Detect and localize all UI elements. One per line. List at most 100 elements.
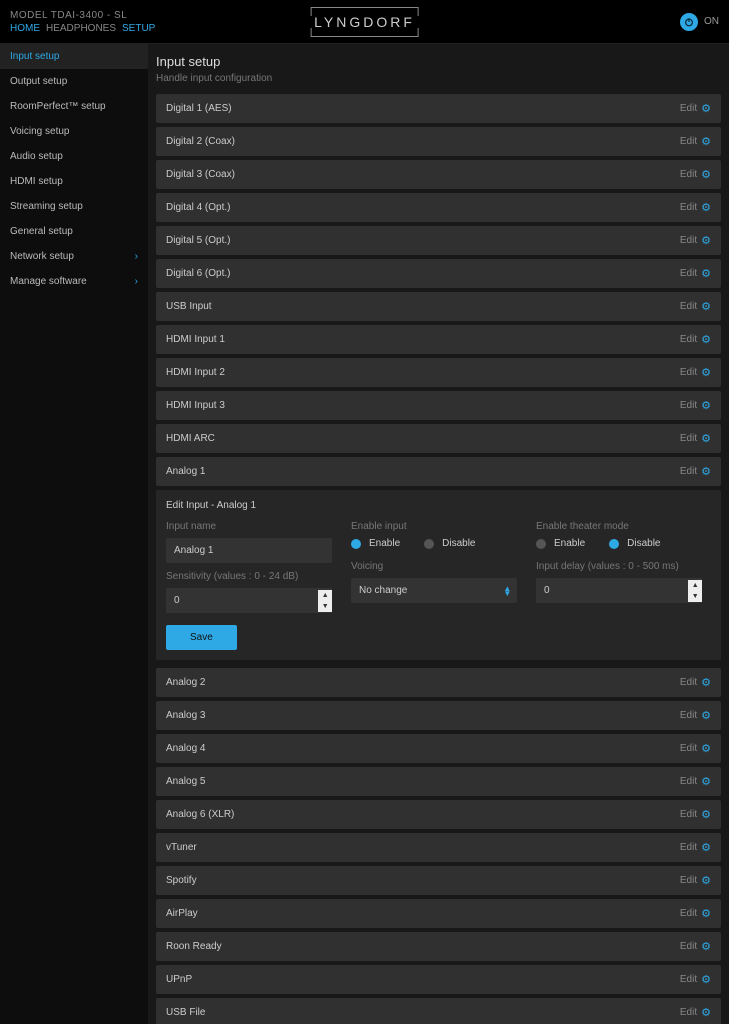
edit-button[interactable]: Edit⚙: [680, 201, 711, 214]
input-row[interactable]: Analog 2 Edit⚙: [156, 668, 721, 697]
save-button[interactable]: Save: [166, 625, 237, 650]
edit-label: Edit: [680, 1007, 697, 1018]
input-row-name: Digital 3 (Coax): [166, 169, 235, 180]
main-content: Input setup Handle input configuration D…: [148, 44, 729, 1024]
sidebar-item-general-setup[interactable]: General setup: [0, 219, 148, 244]
edit-button[interactable]: Edit⚙: [680, 102, 711, 115]
sidebar-item-input-setup[interactable]: Input setup: [0, 44, 148, 69]
voicing-select-value[interactable]: [351, 578, 517, 603]
input-row[interactable]: HDMI ARC Edit⚙: [156, 424, 721, 453]
gear-icon: ⚙: [701, 907, 711, 920]
input-row[interactable]: Analog 3Edit⚙: [156, 701, 721, 730]
input-name-field[interactable]: [166, 538, 332, 563]
edit-button[interactable]: Edit⚙: [680, 841, 711, 854]
theater-enable-radio[interactable]: Enable: [536, 538, 585, 549]
gear-icon: ⚙: [701, 432, 711, 445]
enable-input-enable-radio[interactable]: Enable: [351, 538, 400, 549]
edit-button[interactable]: Edit⚙: [680, 874, 711, 887]
edit-button[interactable]: Edit⚙: [680, 333, 711, 346]
input-row-name: Analog 6 (XLR): [166, 809, 234, 820]
input-row[interactable]: HDMI Input 2 Edit⚙: [156, 358, 721, 387]
input-row[interactable]: UPnPEdit⚙: [156, 965, 721, 994]
sidebar-item-output-setup[interactable]: Output setup: [0, 69, 148, 94]
input-row-name: HDMI ARC: [166, 433, 215, 444]
logo: LYNGDORF: [310, 7, 419, 37]
input-row[interactable]: USB Input Edit⚙: [156, 292, 721, 321]
sensitivity-field[interactable]: [166, 588, 318, 613]
edit-button[interactable]: Edit⚙: [680, 973, 711, 986]
input-row[interactable]: Digital 5 (Opt.) Edit⚙: [156, 226, 721, 255]
input-row-name: Digital 6 (Opt.): [166, 268, 230, 279]
input-row[interactable]: Analog 1Edit⚙: [156, 457, 721, 486]
gear-icon: ⚙: [701, 267, 711, 280]
page-title: Input setup: [156, 54, 721, 69]
input-row[interactable]: Digital 3 (Coax) Edit⚙: [156, 160, 721, 189]
input-row-name: Roon Ready: [166, 941, 222, 952]
input-row[interactable]: Analog 5Edit⚙: [156, 767, 721, 796]
input-row-name: HDMI Input 3: [166, 400, 225, 411]
sidebar-item-label: HDMI setup: [10, 176, 63, 187]
edit-label: Edit: [680, 169, 697, 180]
input-row[interactable]: HDMI Input 1Edit⚙: [156, 325, 721, 354]
edit-button[interactable]: Edit⚙: [680, 399, 711, 412]
edit-label: Edit: [680, 974, 697, 985]
edit-button[interactable]: Edit⚙: [680, 168, 711, 181]
input-row-name: Digital 5 (Opt.): [166, 235, 230, 246]
input-row[interactable]: Digital 2 (Coax)Edit⚙: [156, 127, 721, 156]
input-row[interactable]: Analog 6 (XLR) Edit⚙: [156, 800, 721, 829]
edit-button[interactable]: Edit⚙: [680, 709, 711, 722]
edit-button[interactable]: Edit⚙: [680, 742, 711, 755]
sidebar-item-manage-software[interactable]: Manage software›: [0, 269, 148, 294]
input-row[interactable]: AirPlayEdit⚙: [156, 899, 721, 928]
input-row[interactable]: HDMI Input 3 Edit⚙: [156, 391, 721, 420]
edit-button[interactable]: Edit⚙: [680, 267, 711, 280]
sidebar-item-voicing-setup[interactable]: Voicing setup: [0, 119, 148, 144]
input-row-name: USB Input: [166, 301, 212, 312]
sidebar-item-audio-setup[interactable]: Audio setup: [0, 144, 148, 169]
input-row[interactable]: vTunerEdit⚙: [156, 833, 721, 862]
edit-button[interactable]: Edit⚙: [680, 775, 711, 788]
sensitivity-stepper[interactable]: ▲▼: [318, 590, 332, 612]
chevron-right-icon: ›: [135, 276, 138, 287]
power-icon[interactable]: [680, 13, 698, 31]
input-row[interactable]: Roon Ready Edit⚙: [156, 932, 721, 961]
gear-icon: ⚙: [701, 234, 711, 247]
sidebar-item-roomperfect-setup[interactable]: RoomPerfect™ setup: [0, 94, 148, 119]
edit-button[interactable]: Edit⚙: [680, 465, 711, 478]
breadcrumb-setup[interactable]: SETUP: [122, 23, 155, 34]
edit-button[interactable]: Edit⚙: [680, 907, 711, 920]
edit-label: Edit: [680, 367, 697, 378]
breadcrumb-home[interactable]: HOME: [10, 23, 40, 34]
input-row[interactable]: Digital 4 (Opt.) Edit⚙: [156, 193, 721, 222]
input-row-name: Digital 4 (Opt.): [166, 202, 230, 213]
edit-label: Edit: [680, 941, 697, 952]
gear-icon: ⚙: [701, 201, 711, 214]
theater-disable-radio[interactable]: Disable: [609, 538, 660, 549]
breadcrumb-headphones[interactable]: HEADPHONES: [46, 23, 116, 34]
edit-button[interactable]: Edit⚙: [680, 676, 711, 689]
edit-button[interactable]: Edit⚙: [680, 940, 711, 953]
input-row[interactable]: Digital 1 (AES)Edit⚙: [156, 94, 721, 123]
sidebar-item-streaming-setup[interactable]: Streaming setup: [0, 194, 148, 219]
input-row-name: Analog 2: [166, 677, 205, 688]
edit-button[interactable]: Edit⚙: [680, 808, 711, 821]
edit-button[interactable]: Edit⚙: [680, 1006, 711, 1019]
input-row[interactable]: Digital 6 (Opt.) Edit⚙: [156, 259, 721, 288]
input-row[interactable]: USB FileEdit⚙: [156, 998, 721, 1024]
voicing-select[interactable]: ▲▼: [351, 578, 517, 603]
input-row[interactable]: Analog 4Edit⚙: [156, 734, 721, 763]
header-left: MODEL TDAI-3400 - SL HOMEHEADPHONESSETUP: [10, 10, 155, 34]
input-delay-field[interactable]: [536, 578, 688, 603]
edit-button[interactable]: Edit⚙: [680, 366, 711, 379]
sidebar-item-network-setup[interactable]: Network setup›: [0, 244, 148, 269]
delay-stepper[interactable]: ▲▼: [688, 580, 702, 602]
edit-button[interactable]: Edit⚙: [680, 135, 711, 148]
input-row-name: HDMI Input 2: [166, 367, 225, 378]
edit-label: Edit: [680, 301, 697, 312]
input-row[interactable]: SpotifyEdit⚙: [156, 866, 721, 895]
enable-input-disable-radio[interactable]: Disable: [424, 538, 475, 549]
edit-button[interactable]: Edit⚙: [680, 300, 711, 313]
edit-button[interactable]: Edit⚙: [680, 234, 711, 247]
sidebar-item-hdmi-setup[interactable]: HDMI setup: [0, 169, 148, 194]
edit-button[interactable]: Edit⚙: [680, 432, 711, 445]
